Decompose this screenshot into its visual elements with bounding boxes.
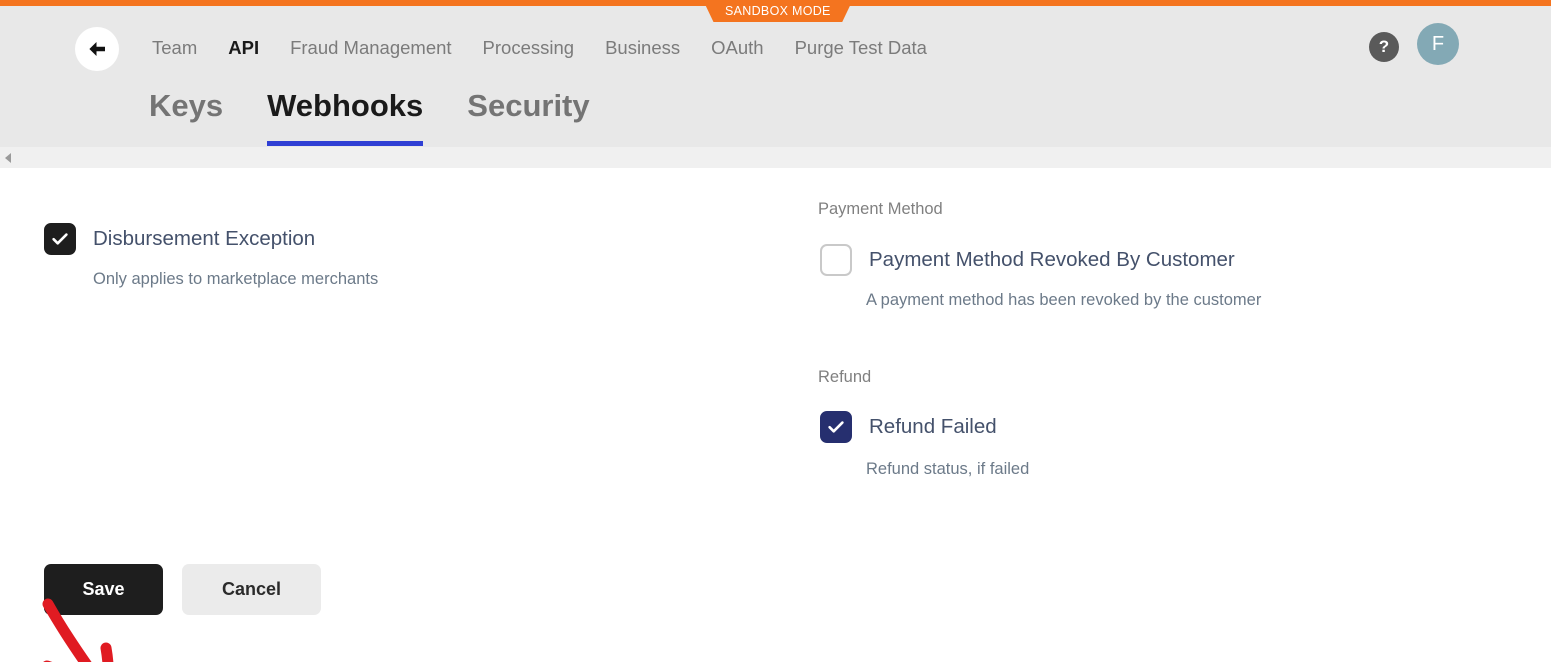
header-actions: ? F bbox=[1369, 23, 1459, 65]
app-root: SANDBOX MODE Team API Fraud Management P… bbox=[0, 0, 1551, 662]
arrow-left-icon bbox=[86, 38, 108, 60]
nav-item-processing[interactable]: Processing bbox=[483, 34, 575, 62]
webhooks-settings-content: Disbursement was sent to your account Di… bbox=[0, 147, 1551, 662]
tab-keys[interactable]: Keys bbox=[149, 86, 223, 146]
checkbox-label-refund-failed: Refund Failed bbox=[869, 415, 997, 438]
check-icon bbox=[50, 229, 70, 249]
top-navigation: Team API Fraud Management Processing Bus… bbox=[152, 34, 958, 62]
checkbox-row-disbursement-exception[interactable]: Disbursement Exception bbox=[44, 223, 315, 255]
checkbox-label-disbursement-exception: Disbursement Exception bbox=[93, 227, 316, 250]
avatar[interactable]: F bbox=[1417, 23, 1459, 65]
page-header: Team API Fraud Management Processing Bus… bbox=[0, 6, 1551, 147]
checkbox-refund-failed[interactable] bbox=[820, 411, 852, 443]
tab-keys-label: Keys bbox=[149, 88, 224, 123]
help-icon[interactable]: ? bbox=[1369, 32, 1399, 62]
check-icon bbox=[826, 417, 846, 437]
nav-item-purge-test-data[interactable]: Purge Test Data bbox=[795, 34, 927, 62]
nav-item-team[interactable]: Team bbox=[152, 34, 197, 62]
checkbox-description-payment-method-revoked-by-customer: A payment method has been revoked by the… bbox=[866, 291, 1262, 309]
tab-webhooks[interactable]: Webhooks bbox=[267, 86, 424, 146]
back-button[interactable] bbox=[75, 27, 119, 71]
nav-item-fraud-management[interactable]: Fraud Management bbox=[290, 34, 451, 62]
checkbox-description-disbursement-exception: Only applies to marketplace merchants bbox=[93, 270, 379, 288]
checkbox-payment-method-revoked-by-customer[interactable] bbox=[820, 244, 852, 276]
horizontal-scrollbar[interactable] bbox=[0, 147, 1551, 168]
checkbox-row-refund-failed[interactable]: Refund Failed bbox=[820, 411, 997, 443]
checkbox-row-payment-method-revoked[interactable]: Payment Method Revoked By Customer bbox=[820, 244, 1235, 276]
group-label-refund: Refund bbox=[818, 368, 872, 386]
sandbox-mode-badge: SANDBOX MODE bbox=[703, 0, 853, 22]
caret-left-icon[interactable] bbox=[5, 153, 11, 163]
cancel-button[interactable]: Cancel bbox=[182, 564, 321, 615]
active-tab-underline bbox=[267, 141, 424, 146]
tab-security[interactable]: Security bbox=[467, 86, 589, 146]
sub-tab-bar: Keys Webhooks Security bbox=[149, 86, 590, 146]
group-label-payment-method: Payment Method bbox=[818, 200, 943, 218]
form-actions: Save Cancel bbox=[44, 564, 321, 615]
checkbox-description-refund-failed: Refund status, if failed bbox=[866, 460, 1030, 478]
nav-item-oauth[interactable]: OAuth bbox=[711, 34, 763, 62]
tab-security-label: Security bbox=[467, 88, 590, 123]
tab-webhooks-label: Webhooks bbox=[267, 88, 424, 123]
save-button[interactable]: Save bbox=[44, 564, 163, 615]
nav-item-api[interactable]: API bbox=[228, 34, 259, 62]
nav-item-business[interactable]: Business bbox=[605, 34, 680, 62]
checkbox-label-payment-method-revoked-by-customer: Payment Method Revoked By Customer bbox=[869, 248, 1235, 271]
checkbox-disbursement-exception[interactable] bbox=[44, 223, 76, 255]
